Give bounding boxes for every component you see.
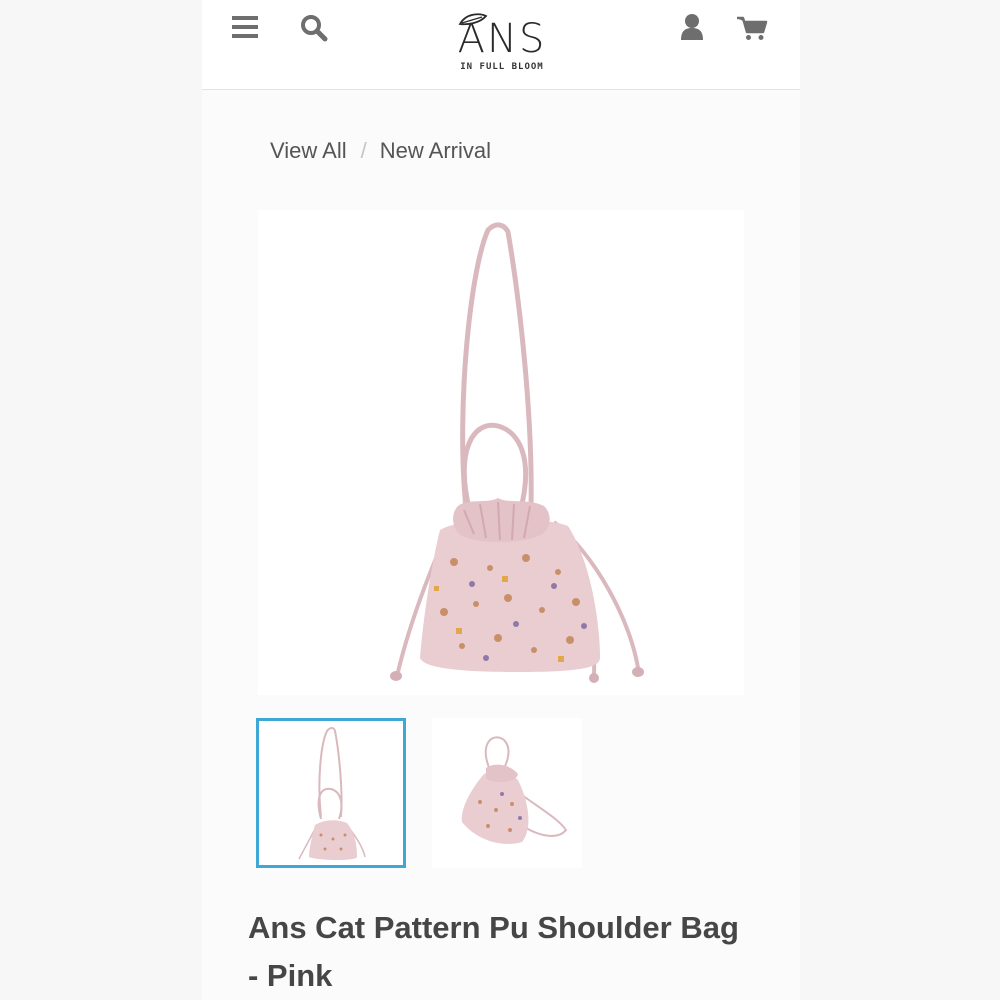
thumbnail-2[interactable] — [432, 718, 582, 868]
breadcrumb-view-all[interactable]: View All — [270, 138, 347, 163]
main-product-image[interactable] — [258, 210, 744, 695]
breadcrumb: View All / New Arrival — [270, 138, 491, 164]
product-title: Ans Cat Pattern Pu Shoulder Bag - Pink — [248, 910, 739, 993]
site-header: ANS IN FULL BLOOM — [202, 0, 800, 90]
thumbnail-1[interactable] — [256, 718, 406, 868]
shopping-cart-icon[interactable] — [736, 15, 768, 41]
breadcrumb-separator: / — [360, 138, 367, 163]
breadcrumb-new-arrival[interactable]: New Arrival — [380, 138, 491, 163]
brand-logo[interactable]: ANS IN FULL BLOOM — [444, 12, 560, 74]
user-account-icon[interactable] — [680, 13, 704, 41]
logo-tagline: IN FULL BLOOM — [460, 62, 544, 72]
logo-wordmark: ANS — [457, 16, 547, 62]
mobile-product-page: ANS IN FULL BLOOM View All / New Arrival — [202, 0, 800, 1000]
search-icon[interactable] — [300, 14, 328, 42]
menu-icon[interactable] — [232, 16, 260, 38]
